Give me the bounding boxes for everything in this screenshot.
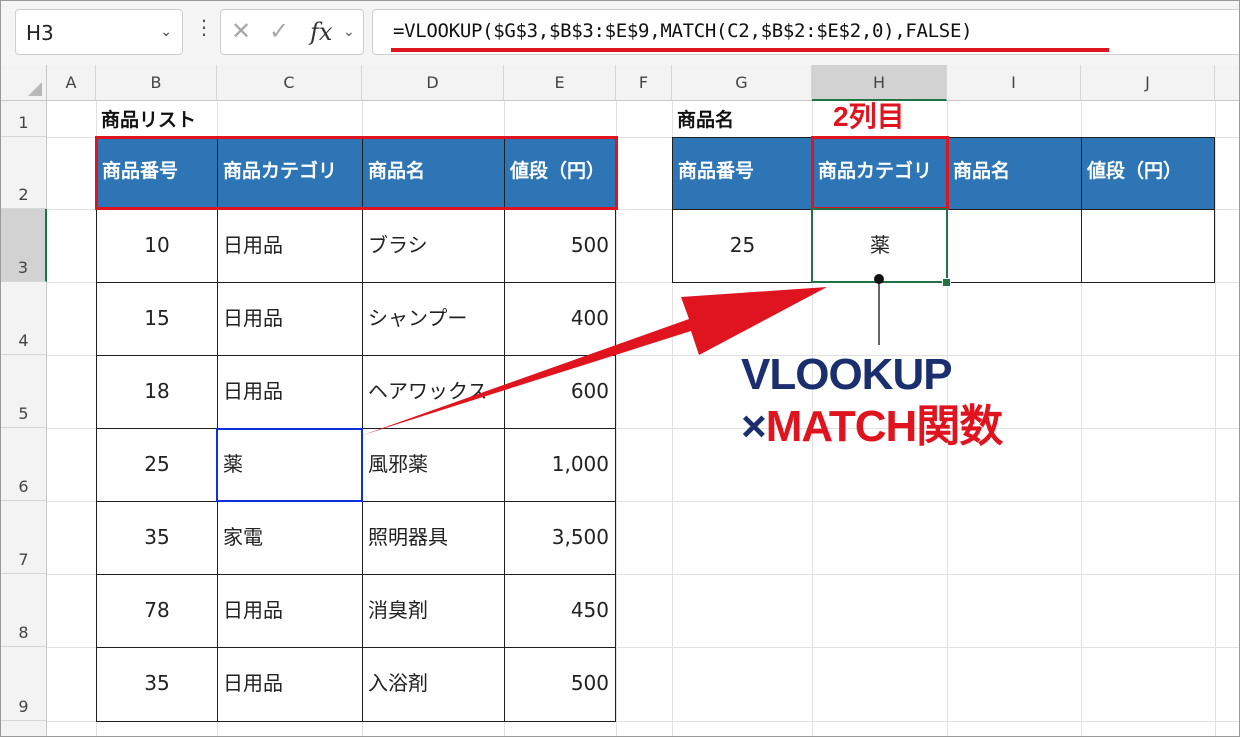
excel-window: H3 ⌄ ⋮ ✕ ✓ fx ⌄ =VLOOKUP($G$3,$B$3:$E$9,… [0,0,1240,737]
red-arrow-icon [363,287,827,435]
annotation-overlay [363,274,884,435]
pointer-dot [874,274,884,284]
